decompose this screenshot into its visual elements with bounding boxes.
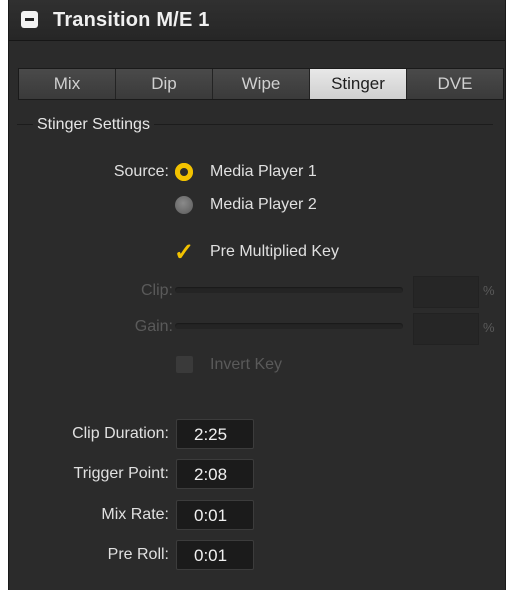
panel-title: Transition M/E 1 bbox=[53, 9, 210, 31]
section-title: Stinger Settings bbox=[33, 116, 154, 134]
collapse-icon[interactable] bbox=[21, 11, 38, 28]
tab-dve[interactable]: DVE bbox=[407, 69, 503, 99]
invert-key-checkbox[interactable] bbox=[176, 356, 193, 373]
source-label: Source: bbox=[113, 163, 169, 180]
clip-duration-field[interactable]: 2:25 bbox=[176, 419, 254, 449]
radio-media-player-2[interactable] bbox=[175, 196, 193, 214]
invert-key-label[interactable]: Invert Key bbox=[210, 356, 282, 374]
tab-dip[interactable]: Dip bbox=[116, 69, 213, 99]
trigger-point-field[interactable]: 2:08 bbox=[176, 459, 254, 489]
pre-multiplied-key-label[interactable]: Pre Multiplied Key bbox=[210, 243, 339, 261]
gain-unit: % bbox=[483, 320, 495, 335]
panel-header[interactable]: Transition M/E 1 bbox=[9, 0, 505, 41]
clip-duration-label: Clip Duration: bbox=[72, 425, 169, 442]
mix-rate-label: Mix Rate: bbox=[101, 506, 169, 523]
clip-slider[interactable] bbox=[175, 287, 403, 293]
mix-rate-field[interactable]: 0:01 bbox=[176, 500, 254, 530]
transition-type-tabs: Mix Dip Wipe Stinger DVE bbox=[18, 68, 504, 100]
clip-label: Clip: bbox=[140, 282, 173, 299]
pre-roll-field[interactable]: 0:01 bbox=[176, 540, 254, 570]
gain-label: Gain: bbox=[134, 318, 173, 335]
tab-wipe[interactable]: Wipe bbox=[213, 69, 310, 99]
pre-multiplied-key-checkbox[interactable]: ✓ bbox=[174, 241, 194, 265]
tab-stinger[interactable]: Stinger bbox=[310, 69, 407, 99]
gain-input[interactable] bbox=[413, 313, 479, 345]
trigger-point-label: Trigger Point: bbox=[73, 465, 169, 482]
clip-unit: % bbox=[483, 283, 495, 298]
pre-roll-label: Pre Roll: bbox=[107, 546, 169, 563]
gain-slider[interactable] bbox=[175, 323, 403, 329]
media-player-2-label[interactable]: Media Player 2 bbox=[210, 196, 317, 214]
clip-input[interactable] bbox=[413, 276, 479, 308]
transition-panel: Transition M/E 1 Mix Dip Wipe Stinger DV… bbox=[8, 0, 506, 590]
radio-media-player-1[interactable] bbox=[175, 163, 193, 181]
tab-mix[interactable]: Mix bbox=[19, 69, 116, 99]
media-player-1-label[interactable]: Media Player 1 bbox=[210, 163, 317, 181]
